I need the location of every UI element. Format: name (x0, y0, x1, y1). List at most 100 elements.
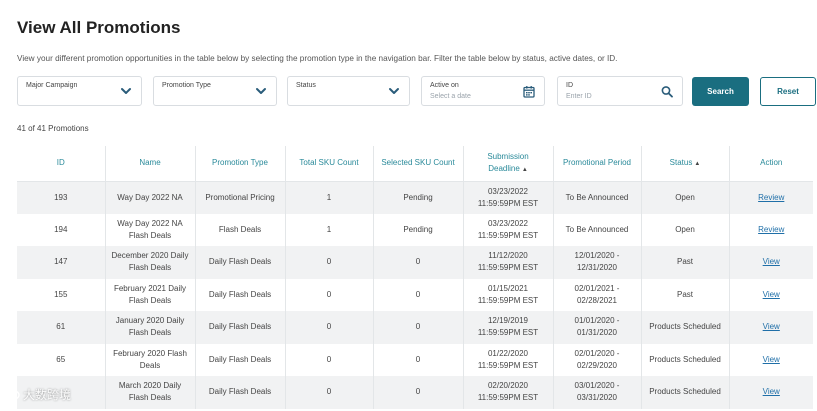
chevron-down-icon (388, 85, 400, 97)
table-cell: Open (641, 213, 730, 246)
column-header-name[interactable]: Name (105, 146, 196, 182)
result-count: 41 of 41 Promotions (17, 124, 89, 133)
active-on-date-field[interactable]: Active on Select a date (421, 76, 545, 106)
cell-submission-deadline: 03/23/2022 11:59:59PM EST (477, 186, 539, 208)
table-cell: 12/19/2019 11:59:59PM EST (463, 311, 554, 344)
action-link[interactable]: View (763, 355, 780, 364)
column-header-promotional-period[interactable]: Promotional Period (553, 146, 642, 182)
id-search-field[interactable]: ID Enter ID (557, 76, 683, 106)
search-button[interactable]: Search (692, 77, 749, 106)
action-link[interactable]: View (763, 290, 780, 299)
table-cell: Way Day 2022 NA Flash Deals (105, 213, 196, 246)
table-cell: View (729, 344, 813, 377)
cell-promotional-period: To Be Announced (565, 224, 629, 234)
table-cell: 65 (17, 343, 106, 376)
table-cell: 0 (285, 343, 374, 376)
column-header-status[interactable]: Status ▲ (641, 146, 730, 182)
table-cell: 0 (285, 246, 374, 279)
cell-status: Past (676, 257, 693, 267)
major-campaign-select[interactable]: Major Campaign (17, 76, 142, 106)
cell-total-sku-count: 1 (326, 224, 332, 234)
table-row: 65 February 2020 Flash Deals Daily Flash D… (17, 343, 813, 377)
table-header-row: ID Name Promotion Type Total SKU Count S… (17, 146, 813, 182)
calendar-icon[interactable] (523, 85, 535, 98)
column-header-total-sku-count[interactable]: Total SKU Count (285, 146, 374, 182)
cell-status: Open (675, 224, 695, 234)
cell-name: Way Day 2022 NA (117, 192, 183, 202)
table-cell: Review (729, 214, 813, 247)
cell-status: Open (675, 192, 695, 202)
table-cell: Past (641, 246, 730, 279)
cell-name: February 2021 Daily Flash Deals (113, 283, 187, 305)
sort-ascending-icon: ▲ (694, 160, 701, 167)
action-link[interactable]: Review (758, 225, 784, 234)
cell-promotion-type: Promotional Pricing (205, 192, 275, 202)
cell-submission-deadline: 03/23/2022 11:59:59PM EST (477, 218, 539, 240)
watermark-text: 大数跨境 (23, 388, 72, 402)
table-cell: 01/15/2021 11:59:59PM EST (463, 278, 554, 311)
id-label: ID (566, 82, 573, 89)
cell-name: Way Day 2022 NA Flash Deals (117, 218, 183, 240)
table-cell: 147 (17, 246, 106, 279)
table-cell: View (729, 311, 813, 344)
column-header-selected-sku-count[interactable]: Selected SKU Count (373, 146, 464, 182)
active-on-placeholder: Select a date (430, 93, 471, 100)
action-link[interactable]: View (763, 257, 780, 266)
action-link[interactable]: Review (758, 193, 784, 202)
table-cell: 03/23/2022 11:59:59PM EST (463, 213, 554, 246)
reset-button[interactable]: Reset (760, 77, 816, 106)
search-icon[interactable] (661, 85, 673, 98)
table-cell: 02/01/2021 - 02/28/2021 (553, 278, 642, 311)
table-cell: 0 (373, 278, 464, 311)
table-cell: December 2020 Daily Flash Deals (105, 246, 196, 279)
cell-promotion-type: Daily Flash Deals (208, 322, 272, 332)
table-cell: 11/12/2020 11:59:59PM EST (463, 246, 554, 279)
table-cell: Daily Flash Deals (195, 311, 286, 344)
cell-selected-sku-count: 0 (415, 289, 421, 299)
table-cell: 0 (373, 311, 464, 344)
table-row: 194 Way Day 2022 NA Flash Deals Flash Deal… (17, 213, 813, 247)
cell-status: Products Scheduled (649, 387, 721, 397)
table-cell: Products Scheduled (641, 311, 730, 344)
column-header-action: Action (729, 146, 813, 182)
column-header-id[interactable]: ID (17, 146, 106, 182)
cell-submission-deadline: 12/19/2019 11:59:59PM EST (477, 316, 539, 338)
chevron-down-icon (255, 85, 267, 97)
table-cell: 0 (285, 376, 374, 409)
cell-promotional-period: To Be Announced (565, 192, 629, 202)
action-link[interactable]: View (763, 322, 780, 331)
table-cell: 02/01/2020 - 02/29/2020 (553, 343, 642, 376)
table-cell: 0 (285, 278, 374, 311)
chevron-down-icon (120, 85, 132, 97)
cell-promotional-period: 02/01/2021 - 02/28/2021 (574, 283, 620, 305)
table-cell: Past (641, 278, 730, 311)
table-row: March 2020 Daily Flash Deals Daily Flash … (17, 376, 813, 409)
cell-submission-deadline: 01/15/2021 11:59:59PM EST (477, 283, 539, 305)
cell-selected-sku-count: 0 (415, 387, 421, 397)
table-cell: 03/01/2020 - 03/31/2020 (553, 376, 642, 409)
table-cell: 0 (285, 311, 374, 344)
status-select[interactable]: Status (287, 76, 410, 106)
id-placeholder: Enter ID (566, 93, 592, 100)
column-header-submission-deadline[interactable]: Submission Deadline ▲ (463, 146, 554, 182)
column-header-promotion-type[interactable]: Promotion Type (195, 146, 286, 182)
promotion-type-select[interactable]: Promotion Type (153, 76, 277, 106)
active-on-label: Active on (430, 82, 459, 89)
table-cell: Daily Flash Deals (195, 246, 286, 279)
cell-total-sku-count: 0 (326, 257, 332, 267)
cell-selected-sku-count: 0 (415, 322, 421, 332)
table-cell: Open (641, 181, 730, 214)
cell-promotion-type: Daily Flash Deals (208, 387, 272, 397)
cell-promotional-period: 12/01/2020 - 12/31/2020 (574, 251, 620, 273)
table-cell: Flash Deals (195, 213, 286, 246)
table-cell: 1 (285, 181, 374, 214)
table-cell: 193 (17, 181, 106, 214)
action-link[interactable]: View (763, 387, 780, 396)
table-cell: 01/22/2020 11:59:59PM EST (463, 343, 554, 376)
cell-status: Products Scheduled (649, 322, 721, 332)
promotion-type-label: Promotion Type (162, 82, 211, 89)
table-cell: Products Scheduled (641, 343, 730, 376)
cell-selected-sku-count: 0 (415, 354, 421, 364)
table-cell: 02/20/2020 11:59:59PM EST (463, 376, 554, 409)
cell-status: Past (676, 289, 693, 299)
